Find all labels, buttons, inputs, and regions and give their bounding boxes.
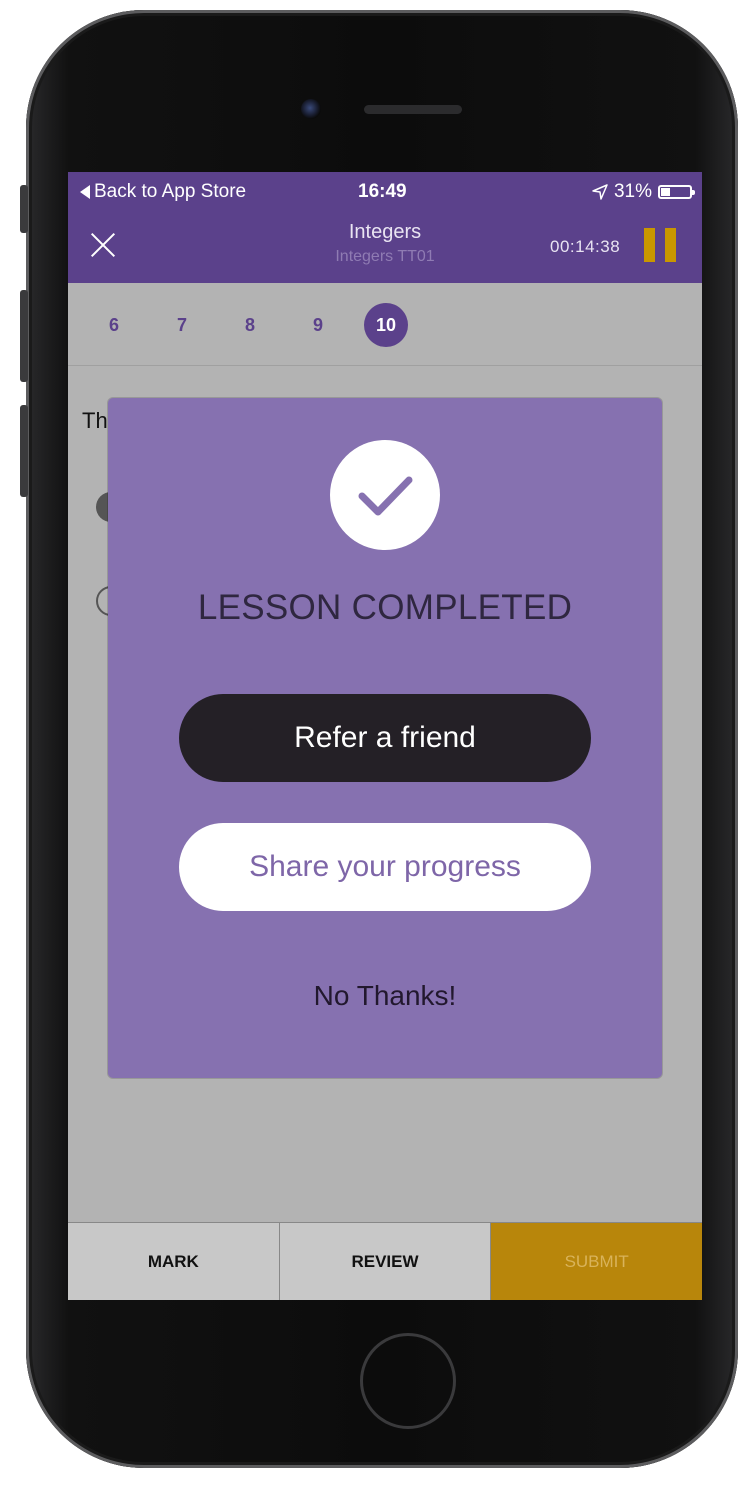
volume-up-button — [20, 290, 28, 382]
front-camera — [301, 99, 321, 119]
no-thanks-link[interactable]: No Thanks! — [108, 980, 662, 1012]
modal-title: LESSON COMPLETED — [197, 588, 573, 627]
checkmark-icon — [330, 440, 440, 550]
screen: Back to App Store 16:49 31% Integers Int… — [68, 172, 702, 1300]
home-button[interactable] — [360, 1333, 456, 1429]
lesson-completed-modal: LESSON COMPLETED Refer a friend Share yo… — [108, 398, 662, 1078]
mute-switch — [20, 185, 28, 233]
volume-down-button — [20, 405, 28, 497]
earpiece-speaker — [364, 105, 462, 114]
refer-friend-button[interactable]: Refer a friend — [179, 694, 591, 782]
share-progress-button[interactable]: Share your progress — [179, 823, 591, 911]
